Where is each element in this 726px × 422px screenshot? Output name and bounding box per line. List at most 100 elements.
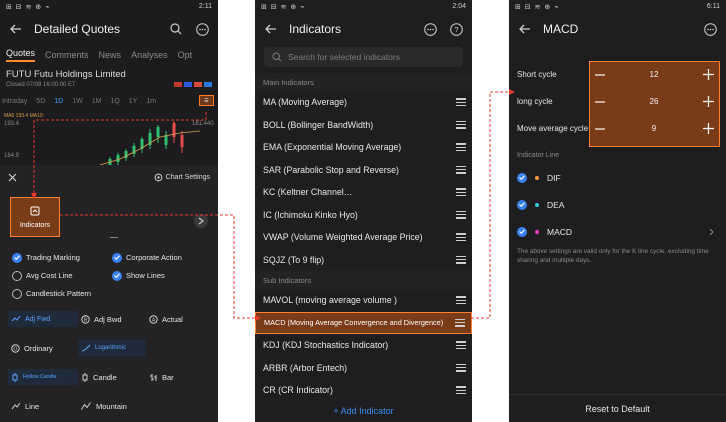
bar-option[interactable]: Bar xyxy=(146,369,212,385)
indicator-row-kdj[interactable]: KDJ (KDJ Stochastics Indicator) xyxy=(255,334,472,357)
adj-fwd-option[interactable]: Adj Fwd xyxy=(8,311,78,327)
indicator-row-ic[interactable]: IC (Ichimoku Kinko Hyo) xyxy=(255,204,472,227)
logarithmic-option[interactable]: Logarithmic xyxy=(78,340,146,356)
more-icon[interactable] xyxy=(422,21,438,37)
drag-handle-icon[interactable] xyxy=(455,318,465,327)
indicator-row-arbr[interactable]: ARBR (Arbor Entech) xyxy=(255,357,472,380)
drag-handle-icon[interactable] xyxy=(456,165,466,174)
range-1m[interactable]: 1M xyxy=(92,98,102,105)
tab-analyses[interactable]: Analyses xyxy=(131,50,168,60)
back-arrow-icon[interactable] xyxy=(263,21,279,37)
candlestick-chart xyxy=(99,121,201,167)
range-5d[interactable]: 5D xyxy=(36,98,45,105)
drag-handle-icon[interactable] xyxy=(456,341,466,350)
line-option[interactable]: Line xyxy=(8,398,78,414)
drag-handle-icon[interactable] xyxy=(456,296,466,305)
main-indicators-header: Main Indicators xyxy=(255,73,472,91)
line-row-dea[interactable]: DEA xyxy=(509,191,726,218)
minus-icon[interactable] xyxy=(595,127,605,130)
option-label: Ordinary xyxy=(24,343,53,353)
mountain-option[interactable]: Mountain xyxy=(78,398,146,414)
chart-settings-toggle-button[interactable]: ☰ xyxy=(199,95,214,106)
long-cycle-stepper[interactable]: 26 xyxy=(589,88,720,115)
drag-handle-icon[interactable] xyxy=(456,255,466,264)
candlestick-pattern-checkbox[interactable]: Candlestick Pattern xyxy=(12,287,112,300)
more-icon[interactable] xyxy=(194,21,210,37)
corporate-action-checkbox[interactable]: Corporate Action xyxy=(112,251,212,264)
indicator-label: MA (Moving Average) xyxy=(263,97,347,108)
line-row-dif[interactable]: DIF xyxy=(509,164,726,191)
checkmark-icon[interactable] xyxy=(517,226,527,237)
candle-option[interactable]: Candle xyxy=(78,369,146,385)
more-icon[interactable] xyxy=(702,21,718,37)
range-1w[interactable]: 1W xyxy=(72,98,83,105)
back-arrow-icon[interactable] xyxy=(8,21,24,37)
chart-settings-button[interactable]: Chart Settings xyxy=(154,173,210,182)
range-1d[interactable]: 1D xyxy=(54,98,63,105)
avg-cost-line-checkbox[interactable]: Avg Cost Line xyxy=(12,269,112,282)
indicator-row-kc[interactable]: KC (Keltner Channel… xyxy=(255,181,472,204)
ordinary-option[interactable]: O Ordinary xyxy=(8,340,78,356)
checkmark-icon[interactable] xyxy=(517,199,527,210)
indicator-row-ma[interactable]: MA (Moving Average) xyxy=(255,91,472,114)
indicator-row-vwap[interactable]: VWAP (Volume Weighted Average Price) xyxy=(255,226,472,249)
status-icons: ⊞ ⊟ ≋ ⊕ ⌁ xyxy=(515,3,560,11)
checkmark-icon[interactable] xyxy=(517,172,527,183)
line-label: DEA xyxy=(547,199,565,210)
back-arrow-icon[interactable] xyxy=(517,21,533,37)
close-icon[interactable] xyxy=(8,173,17,182)
drag-handle-icon[interactable] xyxy=(456,120,466,129)
trading-marking-checkbox[interactable]: Trading Marking xyxy=(12,251,112,264)
plus-icon[interactable] xyxy=(702,123,714,134)
indicator-row-sar[interactable]: SAR (Parabolic Stop and Reverse) xyxy=(255,159,472,182)
indicator-row-cr[interactable]: CR (CR Indicator) xyxy=(255,379,472,402)
range-1q[interactable]: 1Q xyxy=(110,98,119,105)
next-arrow-icon[interactable] xyxy=(194,214,208,228)
display-options: Trading Marking Corporate Action Avg Cos… xyxy=(12,251,212,300)
tab-quotes[interactable]: Quotes xyxy=(6,48,36,62)
minus-icon[interactable] xyxy=(595,73,605,76)
adj-bwd-option[interactable]: B Adj Bwd xyxy=(78,311,146,327)
indicator-label: KDJ (KDJ Stochastics Indicator) xyxy=(263,340,389,351)
plus-icon[interactable] xyxy=(703,96,714,107)
chart-settings-sheet: Chart Settings Indicators Trading Markin… xyxy=(0,165,218,422)
help-icon[interactable]: ? xyxy=(448,21,464,37)
show-lines-checkbox[interactable]: Show Lines xyxy=(112,269,212,282)
line-label: DIF xyxy=(547,172,561,183)
short-cycle-stepper[interactable]: 12 xyxy=(589,61,720,88)
range-intraday[interactable]: Intraday xyxy=(2,98,27,105)
range-1min[interactable]: 1m xyxy=(146,98,156,105)
tab-comments[interactable]: Comments xyxy=(45,50,89,60)
drag-handle-icon[interactable] xyxy=(456,210,466,219)
drag-handle-icon[interactable] xyxy=(456,143,466,152)
option-label: Bar xyxy=(162,372,174,382)
actual-option[interactable]: A Actual xyxy=(146,311,212,327)
indicator-search-input[interactable]: Search for selected indicators xyxy=(264,47,463,67)
indicator-row-ema[interactable]: EMA (Exponential Moving Average) xyxy=(255,136,472,159)
indicator-row-sqjz[interactable]: SQJZ (To 9 flip) xyxy=(255,249,472,272)
drag-handle-icon[interactable] xyxy=(456,386,466,395)
tab-news[interactable]: News xyxy=(99,50,122,60)
drag-handle-icon[interactable] xyxy=(456,233,466,242)
chevron-right-icon[interactable] xyxy=(709,228,714,236)
range-1y[interactable]: 1Y xyxy=(129,98,138,105)
minus-icon[interactable] xyxy=(595,100,605,103)
drag-handle-icon[interactable] xyxy=(456,363,466,372)
indicator-row-macd[interactable]: MACD (Moving Average Convergence and Div… xyxy=(255,311,472,334)
add-indicator-button[interactable]: + Add Indicator xyxy=(255,406,472,416)
indicator-row-mavol[interactable]: MAVOL (moving average volume ) xyxy=(255,289,472,312)
move-average-cycle-stepper[interactable]: 9 xyxy=(589,115,720,142)
option-label: Actual xyxy=(162,314,183,324)
drag-handle-icon[interactable] xyxy=(456,188,466,197)
tab-options[interactable]: Opt xyxy=(178,50,193,60)
indicators-button[interactable]: Indicators xyxy=(10,197,60,237)
indicators-icon xyxy=(30,206,40,215)
search-icon[interactable] xyxy=(168,21,184,37)
hollow-candle-option[interactable]: Hollow Candle xyxy=(8,369,78,385)
indicator-row-boll[interactable]: BOLL (Bollinger BandWidth) xyxy=(255,114,472,137)
plus-icon[interactable] xyxy=(703,69,714,80)
option-label: Candle xyxy=(93,372,117,382)
drag-handle-icon[interactable] xyxy=(456,98,466,107)
reset-to-default-button[interactable]: Reset to Default xyxy=(509,394,726,422)
line-row-macd[interactable]: MACD xyxy=(509,218,726,245)
